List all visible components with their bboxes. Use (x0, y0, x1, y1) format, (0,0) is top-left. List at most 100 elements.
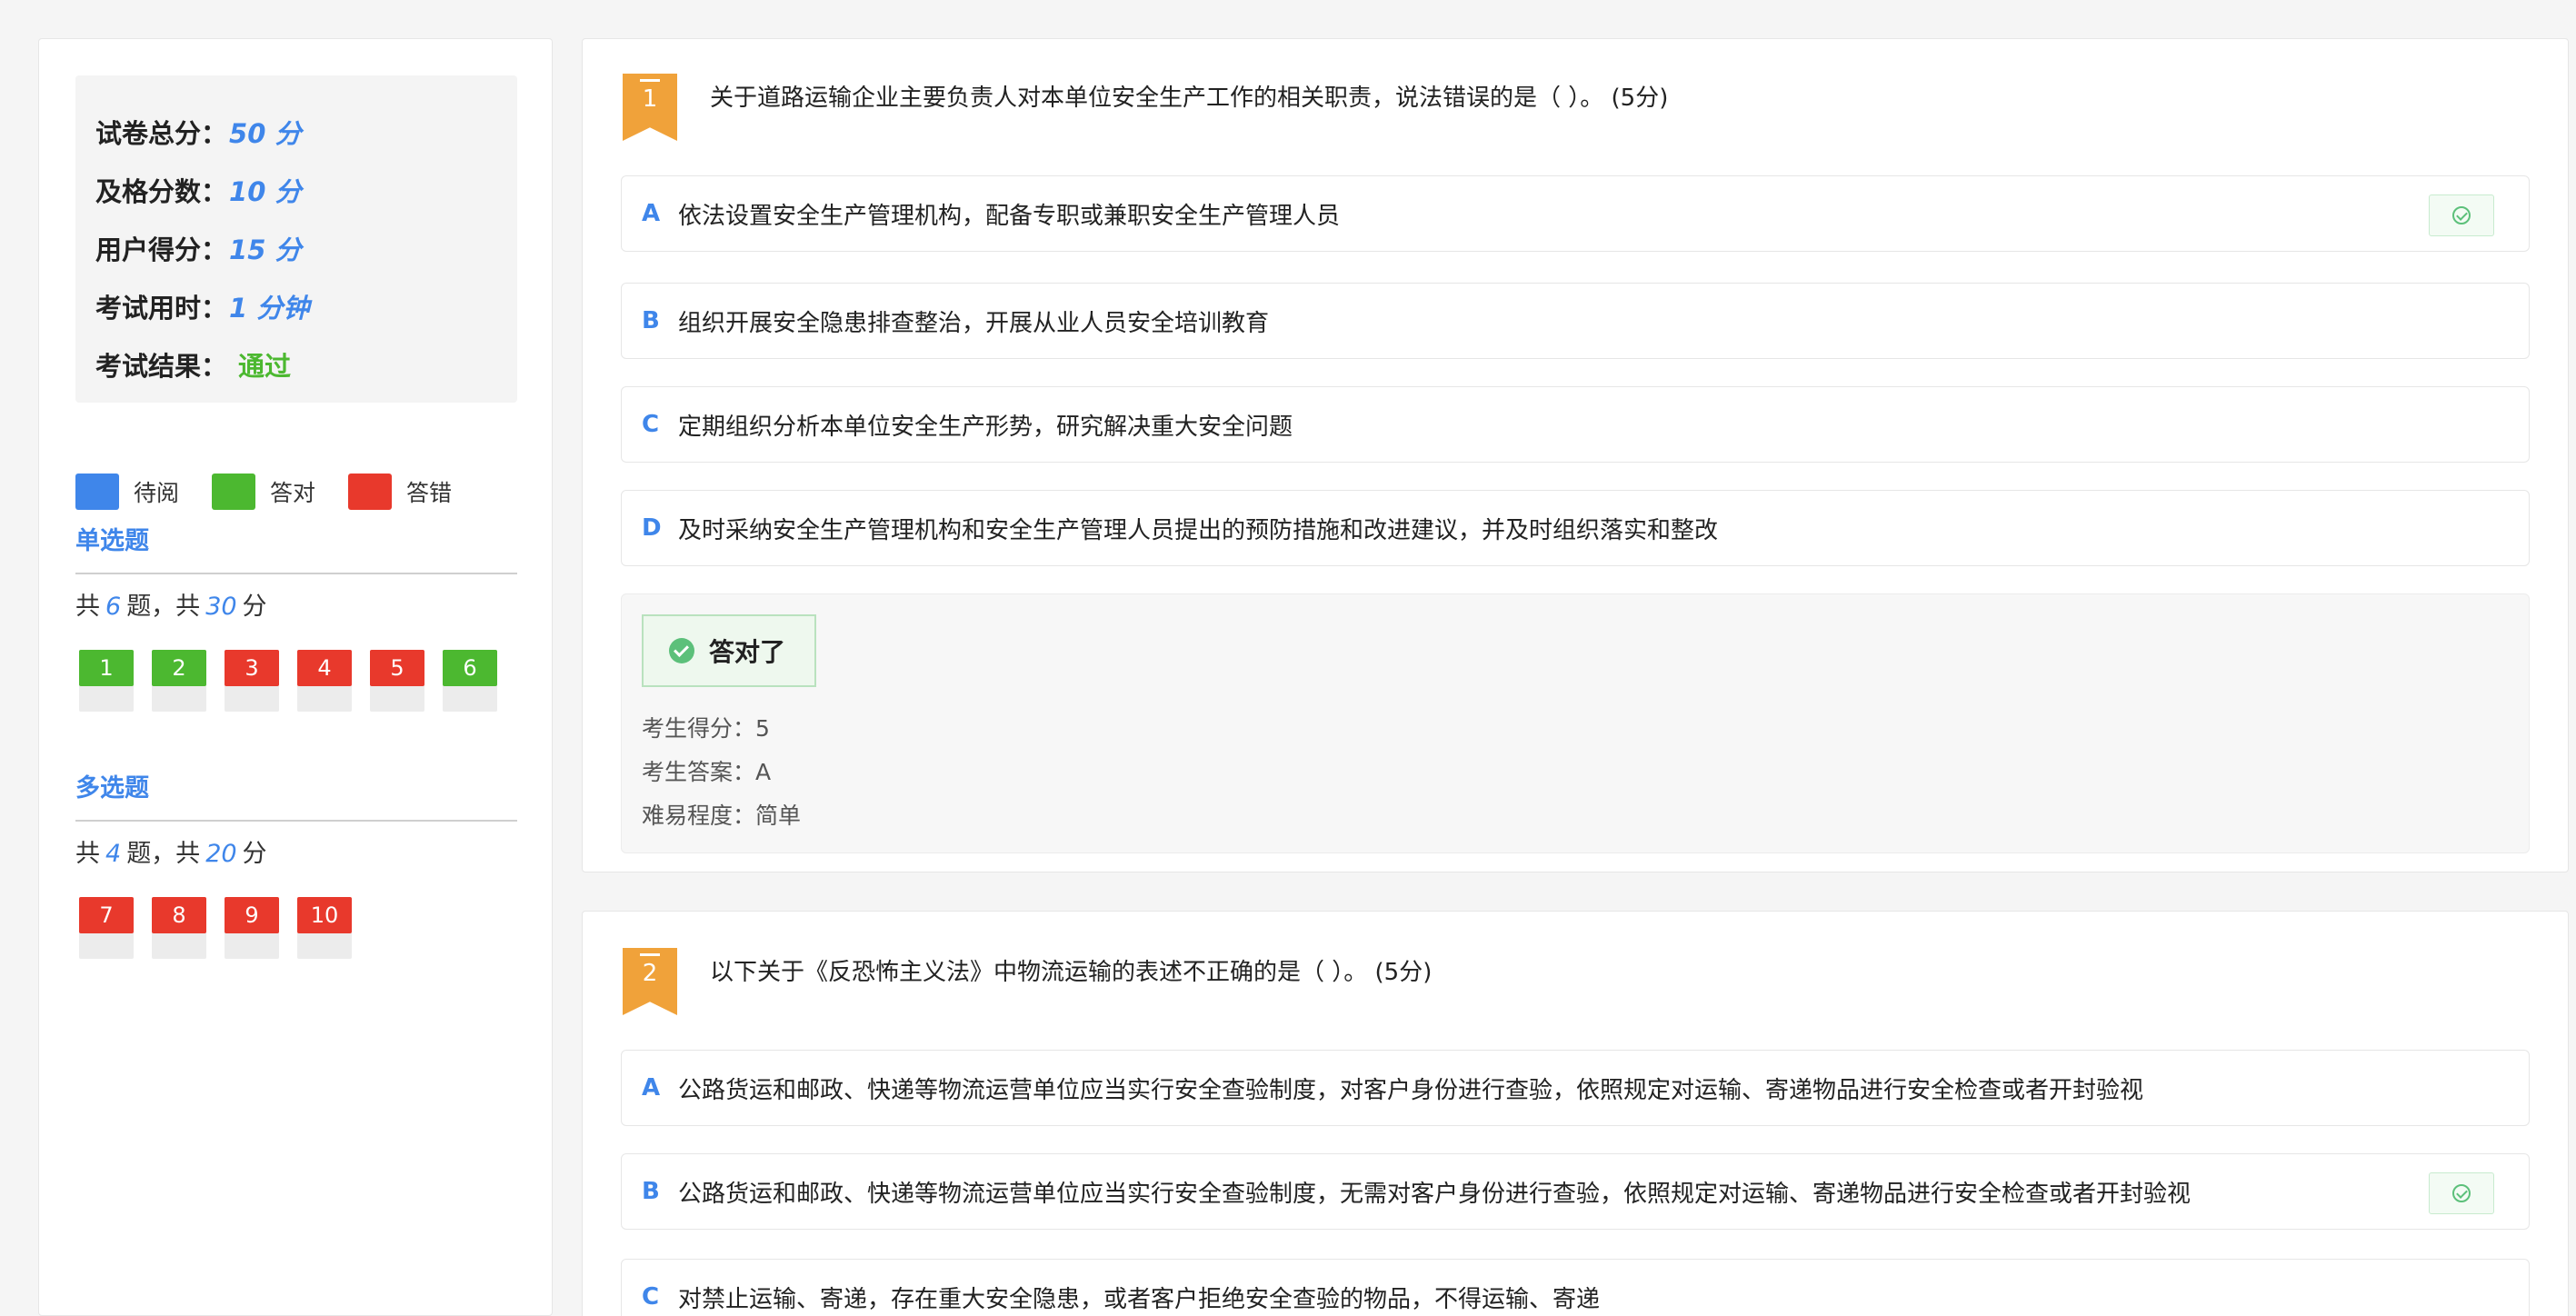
question-card-2: 2 以下关于《反恐怖主义法》中物流运输的表述不正确的是（ ）。 (5分) A 公… (582, 911, 2569, 1316)
correct-answer-tag (2429, 1172, 2494, 1214)
question-nav-item[interactable]: 10 (297, 897, 352, 959)
question-number: 1 (642, 85, 658, 113)
multi-question-numbers: 7 8 9 10 (79, 897, 370, 959)
legend-correct-label: 答对 (270, 480, 316, 506)
option-letter: A (642, 1074, 661, 1102)
option-text: 公路货运和邮政、快递等物流运营单位应当实行安全查验制度，对客户身份进行查验，依照… (678, 1076, 2144, 1104)
question-nav-number: 2 (152, 650, 206, 686)
legend-wrong-label: 答错 (406, 480, 453, 506)
option-c[interactable]: C 对禁止运输、寄递，存在重大安全隐患，或者客户拒绝安全查验的物品，不得运输、寄… (621, 1259, 2530, 1316)
question-text: 关于道路运输企业主要负责人对本单位安全生产工作的相关职责，说法错误的是（ ）。 … (710, 85, 1669, 112)
exam-summary: 试卷总分： 50 分 及格分数： 10 分 用户得分： 15 分 考试用时： 1… (75, 75, 517, 403)
single-choice-title: 单选题 (75, 521, 517, 574)
exam-result-page: 试卷总分： 50 分 及格分数： 10 分 用户得分： 15 分 考试用时： 1… (0, 0, 2576, 1316)
question-nav-number: 10 (297, 897, 352, 933)
check-circle-filled-icon (669, 638, 694, 663)
exam-time-value: 1 分钟 (229, 293, 310, 324)
exam-time-label: 考试用时： (95, 293, 228, 324)
question-number: 2 (642, 960, 658, 987)
exam-result-value: 通过 (238, 351, 292, 382)
single-info-suffix: 分 (242, 593, 267, 621)
option-c[interactable]: C 定期组织分析本单位安全生产形势，研究解决重大安全问题 (621, 386, 2530, 463)
wrong-swatch (348, 474, 393, 510)
question-nav-number: 4 (297, 650, 352, 686)
option-text: 组织开展安全隐患排查整治，开展从业人员安全培训教育 (678, 309, 1270, 337)
question-nav-item[interactable]: 8 (152, 897, 206, 959)
question-nav-number: 7 (79, 897, 134, 933)
result-badge: 答对了 (642, 614, 816, 687)
pass-score-row: 及格分数： 10 分 (95, 161, 517, 219)
option-text: 及时采纳安全生产管理机构和安全生产管理人员提出的预防措施和改进建议，并及时组织落… (678, 516, 1719, 544)
exam-result-label: 考试结果： (95, 351, 228, 382)
option-text: 依法设置安全生产管理机构，配备专职或兼职安全生产管理人员 (678, 202, 1341, 230)
question-nav-number: 1 (79, 650, 134, 686)
total-score-label: 试卷总分： (95, 118, 228, 149)
user-score-row: 用户得分： 15 分 (95, 219, 517, 277)
option-letter: C (642, 1283, 660, 1311)
option-b[interactable]: B 组织开展安全隐患排查整治，开展从业人员安全培训教育 (621, 283, 2530, 359)
multi-count: 4 (105, 840, 122, 868)
legend-correct: 答对 (212, 474, 315, 510)
correct-answer-tag (2429, 194, 2494, 236)
single-question-numbers: 123456 (79, 650, 515, 712)
question-number-bookmark: 1 (623, 74, 677, 141)
single-info-mid: 题，共 (126, 593, 201, 621)
status-legend: 待阅 答对 答错 (75, 474, 484, 510)
single-choice-info: 共 6 题，共 30 分 (75, 586, 267, 622)
difficulty-level: 难易程度：简单 (642, 803, 802, 829)
option-d[interactable]: D 及时采纳安全生产管理机构和安全生产管理人员提出的预防措施和改进建议，并及时组… (621, 490, 2530, 566)
option-letter: B (642, 1178, 660, 1205)
pass-score-value: 10 分 (229, 176, 302, 207)
examinee-answer: 考生答案：A (642, 759, 772, 785)
single-count: 6 (105, 593, 122, 621)
question-nav-number: 5 (370, 650, 424, 686)
option-text: 对禁止运输、寄递，存在重大安全隐患，或者客户拒绝安全查验的物品，不得运输、寄递 (678, 1285, 1601, 1313)
question-nav-number: 6 (443, 650, 497, 686)
single-points: 30 (205, 593, 237, 621)
pass-score-label: 及格分数： (95, 176, 228, 207)
question-nav-item[interactable]: 7 (79, 897, 134, 959)
option-letter: C (642, 411, 660, 438)
question-nav-number: 8 (152, 897, 206, 933)
question-nav-item[interactable]: 6 (443, 650, 497, 712)
question-card-1: 1 关于道路运输企业主要负责人对本单位安全生产工作的相关职责，说法错误的是（ ）… (582, 38, 2569, 872)
legend-wrong: 答错 (348, 474, 452, 510)
option-text: 公路货运和邮政、快递等物流运营单位应当实行安全查验制度，无需对客户身份进行查验，… (678, 1180, 2192, 1208)
multi-info-mid: 题，共 (126, 840, 201, 868)
pending-swatch (75, 474, 119, 510)
user-score-value: 15 分 (229, 234, 302, 265)
question-text: 以下关于《反恐怖主义法》中物流运输的表述不正确的是（ ）。 (5分) (710, 959, 1433, 986)
option-letter: B (642, 307, 660, 334)
answer-result-box: 答对了 考生得分：5 考生答案：A 难易程度：简单 (621, 593, 2530, 853)
question-nav-item[interactable]: 5 (370, 650, 424, 712)
question-number-bookmark: 2 (623, 948, 677, 1015)
correct-swatch (212, 474, 256, 510)
multi-points: 20 (205, 840, 237, 868)
answer-sheet-sidebar: 试卷总分： 50 分 及格分数： 10 分 用户得分： 15 分 考试用时： 1… (38, 38, 553, 1316)
total-score-value: 50 分 (229, 118, 302, 149)
option-letter: D (642, 514, 662, 542)
legend-pending: 待阅 (75, 474, 179, 510)
legend-pending-label: 待阅 (134, 480, 180, 506)
option-letter: A (642, 200, 661, 227)
option-a[interactable]: A 依法设置安全生产管理机构，配备专职或兼职安全生产管理人员 (621, 175, 2530, 252)
option-a[interactable]: A 公路货运和邮政、快递等物流运营单位应当实行安全查验制度，对客户身份进行查验，… (621, 1050, 2530, 1126)
multi-choice-info: 共 4 题，共 20 分 (75, 833, 267, 869)
total-score-row: 试卷总分： 50 分 (95, 103, 517, 161)
question-nav-item[interactable]: 3 (225, 650, 279, 712)
multi-info-prefix: 共 (75, 840, 100, 868)
multi-choice-title: 多选题 (75, 768, 517, 822)
question-nav-item[interactable]: 4 (297, 650, 352, 712)
question-nav-item[interactable]: 2 (152, 650, 206, 712)
question-nav-number: 9 (225, 897, 279, 933)
exam-time-row: 考试用时： 1 分钟 (95, 277, 517, 335)
question-nav-number: 3 (225, 650, 279, 686)
result-badge-label: 答对了 (709, 637, 786, 667)
check-circle-icon (2452, 1184, 2471, 1202)
question-nav-item[interactable]: 9 (225, 897, 279, 959)
option-b[interactable]: B 公路货运和邮政、快递等物流运营单位应当实行安全查验制度，无需对客户身份进行查… (621, 1153, 2530, 1230)
question-nav-item[interactable]: 1 (79, 650, 134, 712)
single-info-prefix: 共 (75, 593, 100, 621)
user-score-label: 用户得分： (95, 234, 228, 265)
option-text: 定期组织分析本单位安全生产形势，研究解决重大安全问题 (678, 413, 1293, 441)
